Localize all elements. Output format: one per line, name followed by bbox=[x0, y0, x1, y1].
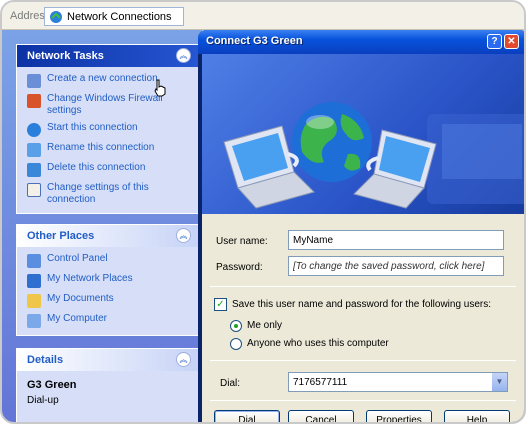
dial-dropdown-arrow-icon[interactable]: ▼ bbox=[491, 373, 507, 391]
close-button[interactable]: ✕ bbox=[504, 34, 519, 49]
connection-name: G3 Green bbox=[27, 379, 77, 391]
password-label: Password: bbox=[216, 262, 263, 273]
rename-icon bbox=[27, 143, 41, 157]
hand-cursor-icon bbox=[154, 79, 166, 97]
task-label: Rename this connection bbox=[47, 142, 155, 153]
place-label: Control Panel bbox=[47, 253, 108, 264]
dial-button[interactable]: Dial bbox=[214, 410, 280, 422]
control-panel-icon bbox=[27, 254, 41, 268]
place-label: My Network Places bbox=[47, 273, 133, 284]
network-tasks-header[interactable]: Network Tasks ︽ bbox=[17, 45, 199, 67]
address-value: Network Connections bbox=[67, 11, 172, 23]
connect-dialog: Connect G3 Green ? ✕ User name: MyName P… bbox=[198, 30, 524, 422]
task-change-settings[interactable]: Change settings of this connection bbox=[27, 182, 191, 206]
delete-icon bbox=[27, 163, 41, 177]
network-tasks-group: Network Tasks ︽ Create a new connection … bbox=[16, 44, 200, 214]
task-start-connection[interactable]: Start this connection bbox=[27, 122, 191, 137]
collapse-icon[interactable]: ︽ bbox=[176, 352, 191, 367]
anyone-radio[interactable] bbox=[230, 338, 242, 350]
task-label: Change settings of this connection bbox=[47, 182, 149, 205]
collapse-icon[interactable]: ︽ bbox=[176, 228, 191, 243]
dial-number-field[interactable] bbox=[288, 372, 508, 392]
place-label: My Computer bbox=[47, 313, 108, 324]
properties-button[interactable]: Properties bbox=[366, 410, 432, 422]
dialog-titlebar[interactable]: Connect G3 Green ? ✕ bbox=[198, 30, 524, 54]
address-field[interactable]: Network Connections bbox=[44, 7, 184, 26]
separator bbox=[210, 286, 516, 287]
task-label: Change Windows Firewall settings bbox=[47, 93, 163, 116]
help-button[interactable]: Help bbox=[444, 410, 510, 422]
dialog-title: Connect G3 Green bbox=[206, 35, 303, 47]
anyone-label: Anyone who uses this computer bbox=[247, 338, 389, 349]
task-label: Start this connection bbox=[47, 122, 138, 133]
username-field[interactable] bbox=[288, 230, 504, 250]
me-only-radio[interactable] bbox=[230, 320, 242, 332]
place-network-places[interactable]: My Network Places bbox=[27, 273, 191, 288]
details-title: Details bbox=[27, 354, 64, 366]
task-delete-connection[interactable]: Delete this connection bbox=[27, 162, 191, 177]
place-computer[interactable]: My Computer bbox=[27, 313, 191, 328]
network-globe-illustration bbox=[223, 102, 524, 209]
place-control-panel[interactable]: Control Panel bbox=[27, 253, 191, 268]
start-connection-icon bbox=[27, 123, 41, 137]
separator bbox=[210, 360, 516, 361]
username-label: User name: bbox=[216, 236, 268, 247]
computer-icon bbox=[27, 314, 41, 328]
me-only-label: Me only bbox=[247, 320, 283, 331]
help-title-button[interactable]: ? bbox=[487, 34, 502, 49]
task-label: Delete this connection bbox=[47, 162, 146, 173]
dialog-body: User name: Password: ✓ Save this user na… bbox=[202, 54, 524, 422]
network-connections-icon bbox=[50, 11, 62, 23]
documents-icon bbox=[27, 294, 41, 308]
separator bbox=[210, 400, 516, 401]
connection-type: Dial-up bbox=[27, 395, 59, 406]
save-credentials-label: Save this user name and password for the… bbox=[232, 299, 492, 310]
password-field[interactable] bbox=[288, 256, 504, 276]
cancel-button[interactable]: Cancel bbox=[288, 410, 354, 422]
network-tasks-title: Network Tasks bbox=[27, 50, 104, 62]
place-documents[interactable]: My Documents bbox=[27, 293, 191, 308]
details-group: Details ︽ G3 Green Dial-up bbox=[16, 348, 200, 422]
place-label: My Documents bbox=[47, 293, 114, 304]
other-places-group: Other Places ︽ Control Panel My Network … bbox=[16, 224, 200, 336]
dial-label: Dial: bbox=[220, 378, 241, 389]
window-frame: Address Network Connections Network Task… bbox=[0, 0, 526, 424]
details-header[interactable]: Details ︽ bbox=[17, 349, 199, 371]
address-bar: Address Network Connections bbox=[2, 2, 524, 30]
save-credentials-checkbox[interactable]: ✓ bbox=[214, 298, 227, 311]
task-rename-connection[interactable]: Rename this connection bbox=[27, 142, 191, 157]
collapse-icon[interactable]: ︽ bbox=[176, 48, 191, 63]
task-label: Create a new connection bbox=[47, 73, 158, 84]
new-connection-icon bbox=[27, 74, 41, 88]
settings-icon bbox=[27, 183, 41, 197]
other-places-header[interactable]: Other Places ︽ bbox=[17, 225, 199, 247]
connection-banner bbox=[202, 54, 524, 214]
other-places-title: Other Places bbox=[27, 230, 95, 242]
network-places-icon bbox=[27, 274, 41, 288]
task-pane: Network Tasks ︽ Create a new connection … bbox=[2, 30, 202, 422]
firewall-icon bbox=[27, 94, 41, 108]
